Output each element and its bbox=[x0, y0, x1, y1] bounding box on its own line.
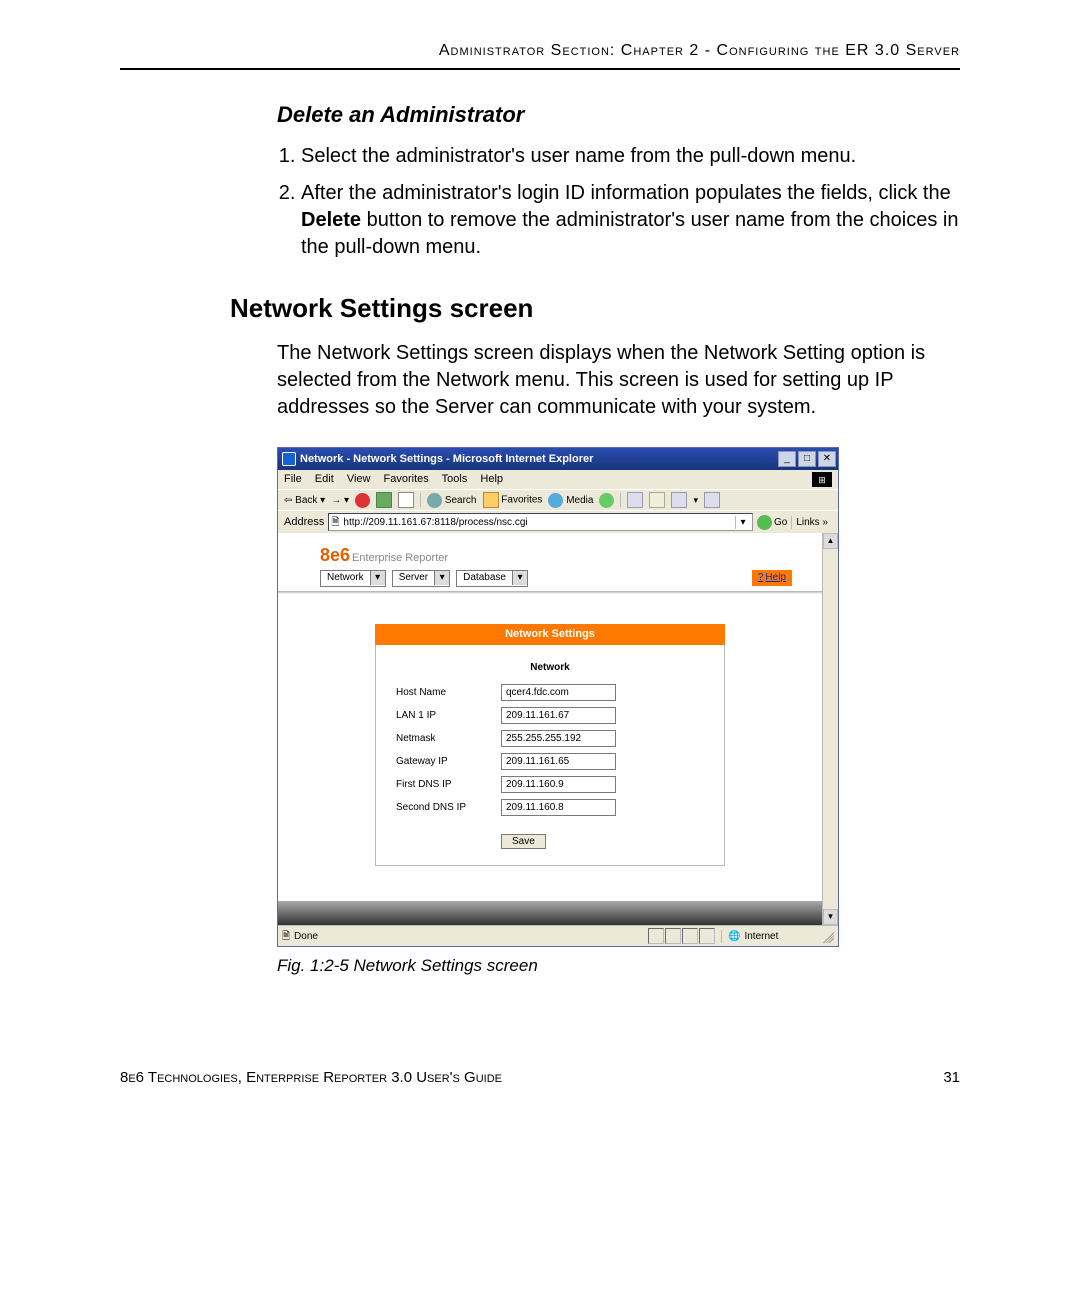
ie-icon bbox=[282, 452, 296, 466]
save-button[interactable]: Save bbox=[501, 834, 546, 849]
network-intro-paragraph: The Network Settings screen displays whe… bbox=[277, 340, 960, 421]
input-dns2[interactable]: 209.11.160.8 bbox=[501, 799, 616, 816]
status-text: Done bbox=[294, 930, 318, 944]
step-2-text-b: button to remove the administrator's use… bbox=[301, 209, 958, 258]
zone-label: Internet bbox=[744, 930, 778, 944]
panel-title: Network Settings bbox=[375, 624, 725, 645]
step-2-text-a: After the administrator's login ID infor… bbox=[301, 182, 951, 204]
internet-zone-icon: 🌐 bbox=[728, 930, 740, 944]
menubar: File Edit View Favorites Tools Help ⊞ bbox=[278, 470, 838, 489]
row-netmask: Netmask 255.255.255.192 bbox=[396, 730, 704, 747]
menu-edit[interactable]: Edit bbox=[315, 473, 334, 485]
input-netmask[interactable]: 255.255.255.192 bbox=[501, 730, 616, 747]
resize-grip-icon[interactable] bbox=[820, 929, 834, 943]
header-rule bbox=[120, 68, 960, 70]
address-label: Address bbox=[284, 515, 324, 530]
label-dns1: First DNS IP bbox=[396, 778, 501, 792]
menu-tools[interactable]: Tools bbox=[442, 473, 468, 485]
window-titlebar: Network - Network Settings - Microsoft I… bbox=[278, 448, 838, 470]
step-1: Select the administrator's user name fro… bbox=[301, 143, 960, 170]
window-close-button[interactable]: ✕ bbox=[818, 451, 836, 467]
row-dns1: First DNS IP 209.11.160.9 bbox=[396, 776, 704, 793]
status-bar: 🗎 Done 🌐 Internet bbox=[278, 925, 838, 946]
panel-subtitle: Network bbox=[396, 661, 704, 675]
toolbar: ⇦ Back ▾ → ▾ Search Favorites Media ▾ bbox=[278, 489, 838, 510]
delete-admin-steps: Select the administrator's user name fro… bbox=[277, 143, 960, 261]
favorites-button[interactable]: Favorites bbox=[483, 492, 543, 508]
footer-text: 8e6 Technologies, Enterprise Reporter 3.… bbox=[120, 1069, 502, 1086]
row-gateway: Gateway IP 209.11.161.65 bbox=[396, 753, 704, 770]
page-done-icon: 🗎 bbox=[282, 930, 290, 944]
window-maximize-button[interactable]: □ bbox=[798, 451, 816, 467]
menu-favorites[interactable]: Favorites bbox=[384, 473, 429, 485]
row-hostname: Host Name qcer4.fdc.com bbox=[396, 684, 704, 701]
label-dns2: Second DNS IP bbox=[396, 801, 501, 815]
page-number: 31 bbox=[943, 1068, 960, 1088]
menu-view[interactable]: View bbox=[347, 473, 371, 485]
address-dropdown-icon[interactable]: ▾ bbox=[735, 516, 750, 530]
edit-icon[interactable] bbox=[671, 492, 687, 508]
address-bar: Address 🗎 http://209.11.161.67:8118/proc… bbox=[278, 510, 838, 533]
discuss-icon[interactable] bbox=[704, 492, 720, 508]
address-input[interactable]: 🗎 http://209.11.161.67:8118/process/nsc.… bbox=[328, 513, 753, 531]
address-url: http://209.11.161.67:8118/process/nsc.cg… bbox=[343, 516, 731, 530]
step-2: After the administrator's login ID infor… bbox=[301, 180, 960, 261]
input-lan1ip[interactable]: 209.11.161.67 bbox=[501, 707, 616, 724]
stop-icon[interactable] bbox=[355, 493, 370, 508]
go-button[interactable]: Go bbox=[757, 515, 787, 530]
history-icon[interactable] bbox=[599, 493, 614, 508]
row-lan1ip: LAN 1 IP 209.11.161.67 bbox=[396, 707, 704, 724]
links-button[interactable]: Links » bbox=[791, 516, 832, 530]
input-dns1[interactable]: 209.11.160.9 bbox=[501, 776, 616, 793]
scroll-up-icon[interactable]: ▲ bbox=[823, 533, 838, 549]
media-button[interactable]: Media bbox=[548, 493, 593, 508]
top-select-network[interactable]: Network▾ bbox=[320, 570, 386, 587]
top-select-server[interactable]: Server▾ bbox=[392, 570, 450, 587]
page-icon: 🗎 bbox=[331, 516, 339, 530]
er-logo: 8e6Enterprise Reporter bbox=[320, 543, 822, 567]
vertical-scrollbar[interactable]: ▲ ▼ bbox=[822, 533, 838, 925]
mail-icon[interactable] bbox=[627, 492, 643, 508]
step-2-delete-word: Delete bbox=[301, 209, 361, 231]
heading-network-settings: Network Settings screen bbox=[230, 291, 960, 326]
status-panes bbox=[648, 928, 715, 944]
running-header: Administrator Section: Chapter 2 - Confi… bbox=[120, 40, 960, 62]
label-netmask: Netmask bbox=[396, 732, 501, 746]
page-content: 8e6Enterprise Reporter Network▾ Server▾ … bbox=[278, 533, 822, 925]
ie-window: Network - Network Settings - Microsoft I… bbox=[277, 447, 839, 947]
top-select-database[interactable]: Database▾ bbox=[456, 570, 528, 587]
row-dns2: Second DNS IP 209.11.160.8 bbox=[396, 799, 704, 816]
refresh-icon[interactable] bbox=[376, 492, 392, 508]
menu-file[interactable]: File bbox=[284, 473, 302, 485]
input-gateway[interactable]: 209.11.161.65 bbox=[501, 753, 616, 770]
content-bottom-gradient bbox=[278, 901, 822, 925]
window-title: Network - Network Settings - Microsoft I… bbox=[300, 452, 593, 467]
network-settings-panel: Network Settings Network Host Name qcer4… bbox=[375, 624, 725, 866]
heading-delete-admin: Delete an Administrator bbox=[277, 100, 960, 130]
label-lan1ip: LAN 1 IP bbox=[396, 709, 501, 723]
forward-button[interactable]: → ▾ bbox=[331, 494, 349, 508]
home-icon[interactable] bbox=[398, 492, 414, 508]
input-hostname[interactable]: qcer4.fdc.com bbox=[501, 684, 616, 701]
window-minimize-button[interactable]: _ bbox=[778, 451, 796, 467]
label-gateway: Gateway IP bbox=[396, 755, 501, 769]
search-button[interactable]: Search bbox=[427, 493, 476, 508]
windows-flag-icon: ⊞ bbox=[812, 472, 832, 487]
help-icon: ? bbox=[758, 571, 764, 585]
scroll-down-icon[interactable]: ▼ bbox=[823, 909, 838, 925]
figure-caption: Fig. 1:2-5 Network Settings screen bbox=[277, 955, 960, 978]
label-hostname: Host Name bbox=[396, 686, 501, 700]
menu-help[interactable]: Help bbox=[480, 473, 503, 485]
back-button[interactable]: ⇦ Back ▾ bbox=[284, 494, 325, 508]
help-link[interactable]: ?Help bbox=[752, 570, 792, 586]
print-icon[interactable] bbox=[649, 492, 665, 508]
